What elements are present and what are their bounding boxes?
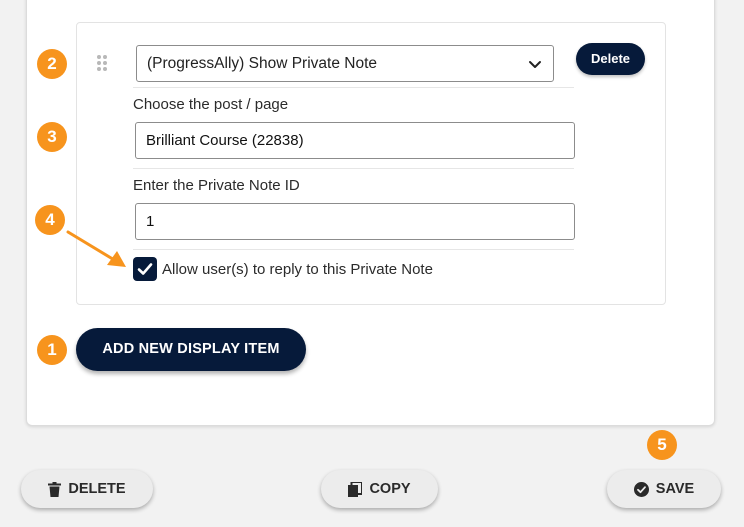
post-input-value: Brilliant Course (22838) bbox=[146, 132, 304, 149]
delete-button-label: DELETE bbox=[68, 481, 126, 497]
post-label: Choose the post / page bbox=[133, 96, 289, 113]
divider bbox=[133, 249, 574, 250]
add-new-display-item-button[interactable]: ADD NEW DISPLAY ITEM bbox=[76, 328, 306, 371]
allow-reply-checkbox[interactable] bbox=[133, 257, 157, 281]
delete-item-button[interactable]: Delete bbox=[576, 43, 645, 75]
allow-reply-label: Allow user(s) to reply to this Private N… bbox=[162, 261, 433, 278]
step-badge-5: 5 bbox=[647, 430, 677, 460]
divider bbox=[133, 87, 574, 88]
step-badge-3: 3 bbox=[37, 122, 67, 152]
step-badge-4: 4 bbox=[35, 205, 65, 235]
step-badge-2: 2 bbox=[37, 49, 67, 79]
copy-button-label: COPY bbox=[369, 481, 411, 497]
check-circle-icon bbox=[633, 481, 649, 497]
chevron-down-icon bbox=[529, 61, 541, 68]
drag-handle-icon[interactable] bbox=[97, 55, 107, 71]
note-id-input-value: 1 bbox=[146, 213, 155, 230]
item-type-select[interactable]: (ProgressAlly) Show Private Note bbox=[136, 45, 554, 82]
save-button[interactable]: SAVE bbox=[607, 470, 721, 508]
item-type-select-value: (ProgressAlly) Show Private Note bbox=[147, 55, 377, 72]
delete-button[interactable]: DELETE bbox=[21, 470, 153, 508]
pointer-arrow-icon bbox=[66, 230, 126, 267]
save-button-label: SAVE bbox=[655, 481, 695, 497]
trash-icon bbox=[48, 481, 62, 497]
copy-icon bbox=[348, 481, 363, 497]
note-id-label: Enter the Private Note ID bbox=[133, 177, 300, 194]
post-input[interactable]: Brilliant Course (22838) bbox=[135, 122, 575, 159]
copy-button[interactable]: COPY bbox=[321, 470, 438, 508]
checkmark-icon bbox=[137, 263, 153, 275]
divider bbox=[133, 168, 574, 169]
step-badge-1: 1 bbox=[37, 335, 67, 365]
note-id-input[interactable]: 1 bbox=[135, 203, 575, 240]
